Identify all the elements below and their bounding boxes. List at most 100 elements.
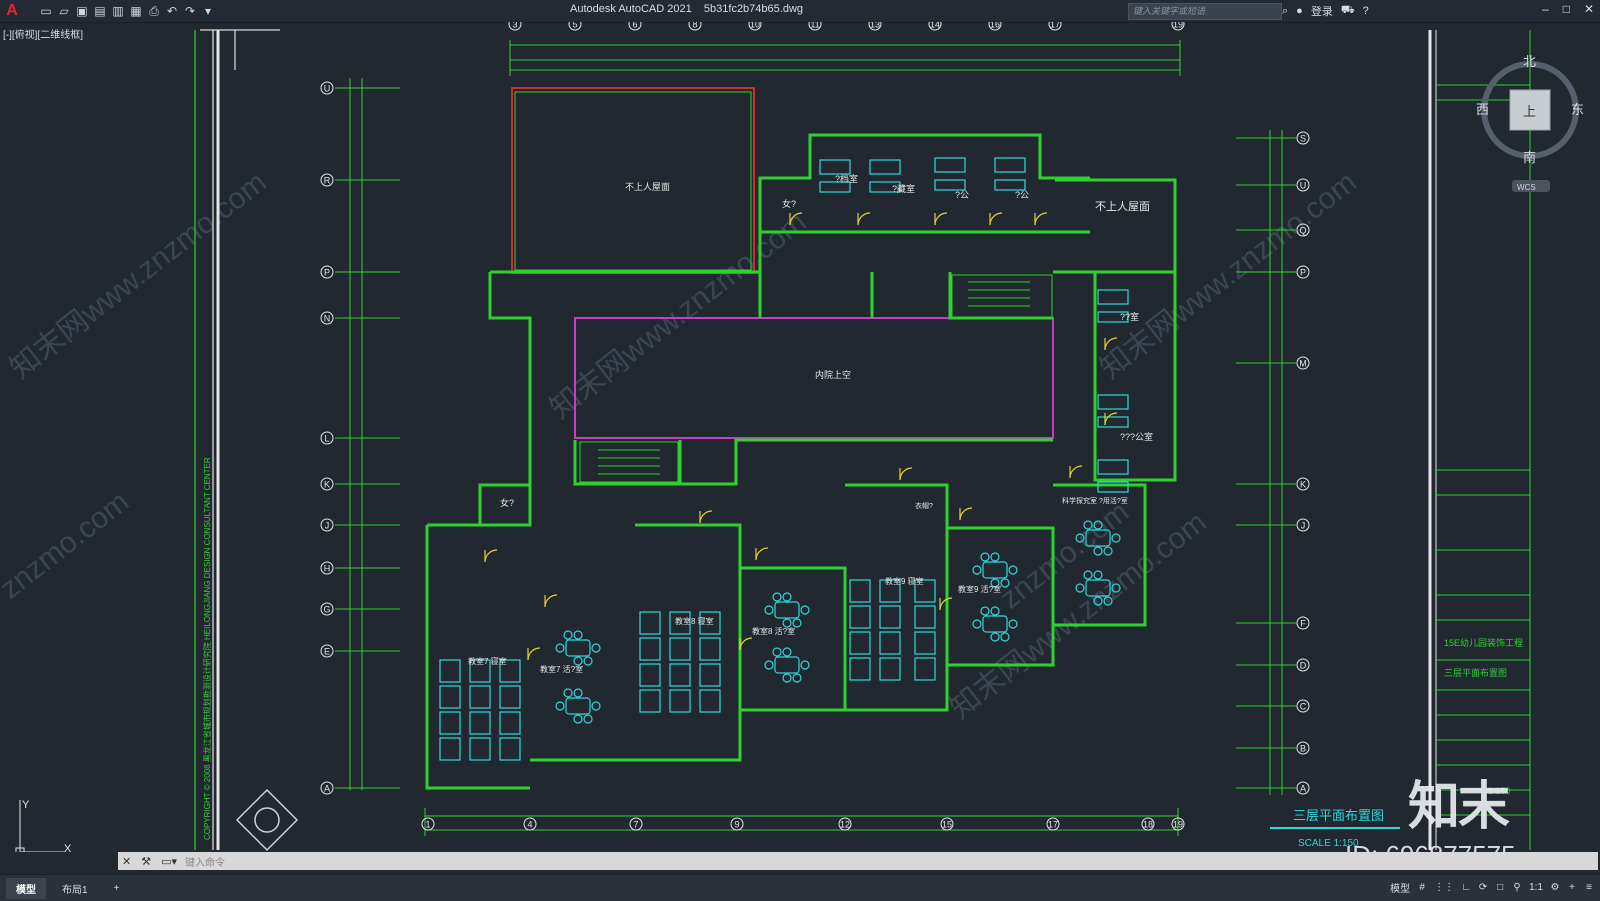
building-walls bbox=[425, 87, 1177, 790]
tab-add[interactable]: + bbox=[104, 880, 130, 897]
svg-text:H: H bbox=[324, 564, 331, 574]
help-icon[interactable]: ? bbox=[1363, 5, 1369, 17]
svg-text:Q: Q bbox=[1299, 226, 1306, 236]
axis-top-6: 6 bbox=[628, 22, 642, 31]
grid-icon[interactable]: # bbox=[1417, 882, 1427, 893]
bed bbox=[469, 685, 491, 709]
save-icon[interactable]: ▣ bbox=[75, 4, 89, 18]
close-icon[interactable]: ✕ bbox=[1584, 2, 1594, 16]
table-cluster bbox=[555, 630, 601, 666]
desk bbox=[994, 157, 1026, 173]
tab-layout1[interactable]: 布局1 bbox=[52, 878, 98, 899]
command-input[interactable]: 键入命令 bbox=[185, 854, 225, 869]
tab-model[interactable]: 模型 bbox=[6, 877, 46, 899]
user-icon[interactable]: ● bbox=[1296, 5, 1303, 17]
gear-icon[interactable]: ⚙ bbox=[1550, 882, 1560, 893]
door-swing bbox=[1034, 212, 1048, 226]
north-arrow-icon bbox=[235, 788, 299, 852]
compass-north: 北 bbox=[1523, 54, 1536, 69]
customize-cmd-icon[interactable]: ⚒ bbox=[141, 855, 151, 868]
svg-text:15: 15 bbox=[942, 820, 952, 830]
axis-right-A: A bbox=[1296, 781, 1310, 795]
save-as-icon[interactable]: ▤ bbox=[93, 4, 107, 18]
print-icon[interactable]: ⎙ bbox=[147, 4, 161, 18]
plot-icon[interactable]: ▦ bbox=[129, 4, 143, 18]
customize-dropdown-icon[interactable]: ▾ bbox=[201, 4, 215, 18]
polar-icon[interactable]: ⟳ bbox=[1478, 882, 1488, 893]
compass-east: 东 bbox=[1571, 102, 1584, 117]
desk bbox=[1097, 394, 1129, 410]
scale-dropdown[interactable]: 1:1 bbox=[1529, 882, 1543, 893]
ortho-icon[interactable]: ∟ bbox=[1461, 882, 1471, 893]
tb-project-name: 15E幼儿园装饰工程 bbox=[1444, 637, 1523, 648]
model-space-button[interactable]: 模型 bbox=[1390, 880, 1410, 895]
recent-cmd-icon[interactable]: ▭▾ bbox=[161, 855, 177, 868]
axis-left-E: E bbox=[320, 644, 334, 658]
redo-icon[interactable]: ↷ bbox=[183, 4, 197, 18]
svg-text:P: P bbox=[1300, 268, 1306, 278]
annotation-icon[interactable]: ⚲ bbox=[1512, 882, 1522, 893]
axis-left-R: R bbox=[320, 173, 334, 187]
bed bbox=[669, 663, 691, 687]
login-link[interactable]: 登录 bbox=[1311, 3, 1333, 19]
bed bbox=[879, 631, 901, 655]
bed bbox=[914, 657, 936, 681]
bed bbox=[469, 711, 491, 735]
desk bbox=[869, 159, 901, 175]
svg-text:19: 19 bbox=[1173, 22, 1183, 30]
ucs-x-label: X bbox=[64, 843, 72, 852]
svg-text:7: 7 bbox=[633, 820, 638, 830]
svg-text:17: 17 bbox=[1048, 820, 1058, 830]
drawing-canvas[interactable]: 知末网www.znzmo.com znzmo.com 知末网www.znzmo.… bbox=[0, 22, 1600, 852]
room-cloak: 衣帽? bbox=[915, 501, 933, 510]
svg-text:1: 1 bbox=[425, 820, 430, 830]
axis-top-3: 3 bbox=[508, 22, 522, 31]
door-swing bbox=[959, 507, 973, 521]
axis-top-8: 8 bbox=[688, 22, 702, 31]
compass-west: 西 bbox=[1476, 102, 1489, 117]
autocad-logo-icon[interactable]: A bbox=[3, 2, 21, 20]
open-file-icon[interactable]: ▱ bbox=[57, 4, 71, 18]
desk bbox=[1097, 289, 1129, 305]
room-storage: ?藏室 bbox=[892, 183, 915, 194]
bed bbox=[499, 685, 521, 709]
osnap-icon[interactable]: □ bbox=[1495, 882, 1505, 893]
axis-bottom-12: 12 bbox=[838, 817, 852, 831]
bed bbox=[849, 631, 871, 655]
room-science: 科学探究室 ?用活?室 bbox=[1062, 496, 1128, 505]
title-bar: A ▭ ▱ ▣ ▤ ▥ ▦ ⎙ ↶ ↷ ▾ Autodesk AutoCAD 2… bbox=[0, 0, 1600, 23]
door-swing bbox=[755, 547, 769, 561]
cart-icon[interactable]: ⛟ bbox=[1341, 4, 1355, 18]
desk bbox=[934, 179, 966, 191]
close-cmd-icon[interactable]: ✕ bbox=[122, 855, 131, 868]
axis-bottom-19: 19 bbox=[1171, 817, 1185, 831]
svg-text:J: J bbox=[325, 521, 330, 531]
search-input[interactable]: 键入关键字或短语 bbox=[1128, 3, 1282, 20]
bed bbox=[699, 637, 721, 661]
ucs-y-label: Y bbox=[22, 799, 30, 811]
door-swing bbox=[934, 212, 948, 226]
desk bbox=[994, 179, 1026, 191]
axis-bottom-7: 7 bbox=[629, 817, 643, 831]
new-file-icon[interactable]: ▭ bbox=[39, 4, 53, 18]
plus-icon[interactable]: + bbox=[1567, 882, 1577, 893]
door-swing bbox=[484, 549, 498, 563]
minimize-icon[interactable]: – bbox=[1542, 2, 1549, 16]
desk bbox=[819, 159, 851, 175]
svg-text:P: P bbox=[324, 268, 330, 278]
watermark-site-3: 知末网www.znzmo.com bbox=[544, 206, 813, 426]
publish-icon[interactable]: ▥ bbox=[111, 4, 125, 18]
search-icon[interactable]: ⌕ bbox=[1282, 5, 1288, 18]
bed bbox=[849, 657, 871, 681]
undo-icon[interactable]: ↶ bbox=[165, 4, 179, 18]
room-class7-activity: 教室7 活?室 bbox=[540, 664, 583, 674]
compass-south: 南 bbox=[1523, 150, 1536, 165]
bed bbox=[849, 605, 871, 629]
snap-icon[interactable]: ⋮⋮ bbox=[1434, 882, 1454, 893]
maximize-icon[interactable]: □ bbox=[1563, 2, 1570, 16]
desk bbox=[1097, 459, 1129, 475]
bed bbox=[439, 685, 461, 709]
svg-text:S: S bbox=[1300, 134, 1306, 144]
menu-icon[interactable]: ≡ bbox=[1584, 882, 1594, 893]
command-line[interactable]: ✕ ⚒ ▭▾ 键入命令 bbox=[118, 852, 1598, 870]
